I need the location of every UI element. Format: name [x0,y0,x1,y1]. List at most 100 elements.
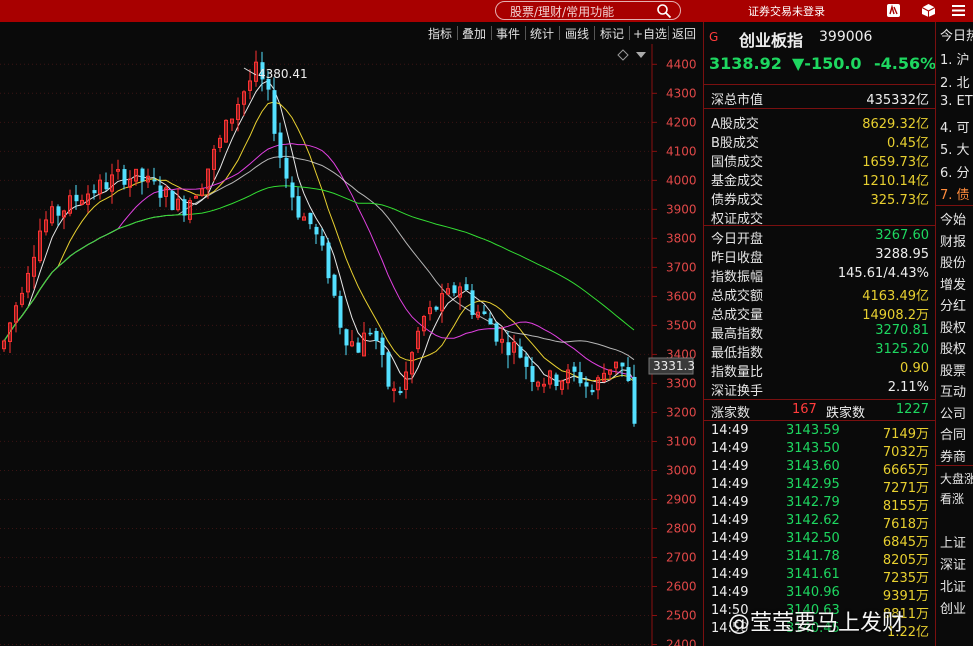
y-tick-label: 3900 [666,202,697,216]
tick-price: 3141.61 [786,567,840,582]
bullish-tag[interactable]: 看涨 [940,490,964,507]
notice-link[interactable]: 券商 [940,446,966,465]
tool-add-watchlist[interactable]: +自选 [633,25,667,42]
notice-link[interactable]: 互动 [940,381,966,400]
hot-item[interactable]: 5. 大 [940,139,970,158]
candle-down [74,194,79,202]
menu-icon[interactable] [951,3,966,18]
kline-chart[interactable]: 4400 4300 4200 4100 4000 3900 3800 3700 3600 3500… [0,44,702,646]
notice-link[interactable]: 股份 [940,252,966,271]
y-tick-label: 2400 [666,638,697,646]
tool-back[interactable]: 返回 [672,25,696,42]
candle-down [578,372,583,384]
candle-down [338,295,343,328]
notice-link[interactable]: 股权 [940,338,966,357]
turnover-label: A股成交 [711,117,759,132]
turnover-label: 基金成交 [711,174,764,189]
hot-item[interactable]: 6. 分 [940,162,970,181]
candle-down [482,311,487,315]
tool-statistics[interactable]: 统计 [530,25,554,42]
news-title: 今日热 [940,29,973,44]
turnover-label: B股成交 [711,136,759,151]
hot-item[interactable]: 3. ET [940,94,973,109]
tick-volume: 6845万 [882,535,929,550]
search-box[interactable]: 股票/理财/常用功能 [495,1,681,20]
index-link[interactable]: 深证 [940,554,966,573]
y-tick-label: 2500 [666,608,697,622]
hot-item[interactable]: 4. 可 [940,117,970,136]
notice-link[interactable]: 股权 [940,317,966,336]
candle-down [506,342,511,356]
turnover-label: 债券成交 [711,193,764,208]
index-link[interactable]: 北证 [940,576,966,595]
tool-events[interactable]: 事件 [496,25,520,42]
candle-down [464,284,469,290]
ma10-line [3,101,635,382]
hot-item[interactable]: 7. 债 [940,184,970,203]
candle-down [284,157,289,179]
notice-link[interactable]: 今始 [940,209,966,228]
ma60-line [3,185,635,342]
divider [525,26,526,40]
tool-mark[interactable]: 标记 [600,25,624,42]
news-column: 今日热 1. 沪 2. 北 3. ET 4. 可 5. 大 6. 分 7. 债 今始财报股份… [935,22,973,646]
candle-down [170,190,175,211]
notice-link[interactable]: 增发 [940,274,966,293]
y-tick-label: 2900 [666,492,697,506]
tool-overlay[interactable]: 叠加 [462,25,486,42]
board-title: 大盘涨 [940,472,973,486]
tick-volume: 7271万 [882,481,929,496]
candle-down [470,290,475,315]
stat-value: 3270.81 [875,323,929,338]
candle-down [356,342,361,353]
tick-price: 3142.79 [786,495,840,510]
chart-corner-controls [617,49,646,61]
hot-item[interactable]: 1. 沪 [940,49,970,68]
candle-down [572,366,577,372]
search-icon[interactable] [656,3,672,19]
divider [668,26,669,40]
tick-volume: 7032万 [882,445,929,460]
notice-link[interactable]: 财报 [940,231,966,250]
login-status[interactable]: 证券交易未登录 [748,3,825,19]
notice-link[interactable]: 分红 [940,295,966,314]
y-tick-label: 2800 [666,521,697,535]
candle-down [494,323,499,342]
tool-draw-line[interactable]: 画线 [565,25,589,42]
stat-value: 3267.60 [875,228,929,243]
notice-link[interactable]: 合同 [940,424,966,443]
notice-link[interactable]: 公司 [940,403,966,422]
divider [594,26,595,40]
candle-down [344,329,349,346]
tick-volume: 7235万 [882,571,929,586]
triangle-down-icon[interactable] [636,52,646,58]
hot-item[interactable]: 2. 北 [940,72,970,91]
notice-link[interactable]: 股票 [940,360,966,379]
tick-time: 14:49 [711,567,749,582]
stat-value: 2.11% [887,380,929,395]
stat-label: 深证换手 [711,384,764,399]
tick-price: 3142.50 [786,531,840,546]
grid-app-icon[interactable] [886,3,901,18]
candle-down [92,190,97,194]
candle-down [140,168,145,182]
candle-down [272,90,277,134]
candle-down [632,376,637,424]
candle-down [320,236,325,246]
ma20-line [3,143,635,379]
search-input[interactable]: 股票/理财/常用功能 [510,3,614,20]
box-icon[interactable] [921,3,936,18]
y-tick-label: 3600 [666,289,697,303]
tool-indicator[interactable]: 指标 [428,25,452,42]
candle-down [308,212,313,225]
candle-down [122,169,127,185]
index-link[interactable]: 上证 [940,532,966,551]
y-tick-label: 4000 [666,173,697,187]
market-cap-value: 435332亿 [866,93,929,108]
diamond-icon[interactable] [617,49,629,61]
index-code: 399006 [819,29,873,45]
index-link[interactable]: 创业 [940,598,966,617]
candle-down [278,132,283,158]
divider [704,420,936,421]
price-change-pct: -4.56% [874,54,937,73]
